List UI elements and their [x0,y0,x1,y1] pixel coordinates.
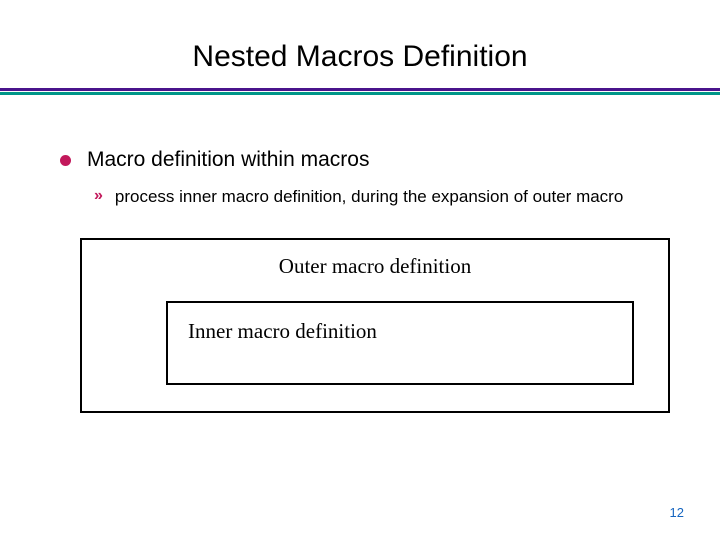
sub-bullet-marker-icon: » [94,187,103,205]
inner-macro-box: Inner macro definition [166,301,634,385]
page-number: 12 [670,505,684,520]
bullet-dot-icon [60,155,71,166]
bullet-text: Macro definition within macros [87,148,369,172]
slide: Nested Macros Definition Macro definitio… [0,0,720,540]
title-divider [0,88,720,98]
bullet-item: Macro definition within macros [60,148,670,172]
inner-macro-label: Inner macro definition [188,319,612,344]
outer-macro-label: Outer macro definition [106,254,644,279]
divider-line-bottom [0,92,720,95]
sub-bullet-text: process inner macro definition, during t… [115,186,623,208]
content-area: Macro definition within macros » process… [0,148,720,208]
sub-bullet-item: » process inner macro definition, during… [94,186,670,208]
outer-macro-box: Outer macro definition Inner macro defin… [80,238,670,413]
divider-line-top [0,88,720,91]
slide-title: Nested Macros Definition [0,40,720,74]
